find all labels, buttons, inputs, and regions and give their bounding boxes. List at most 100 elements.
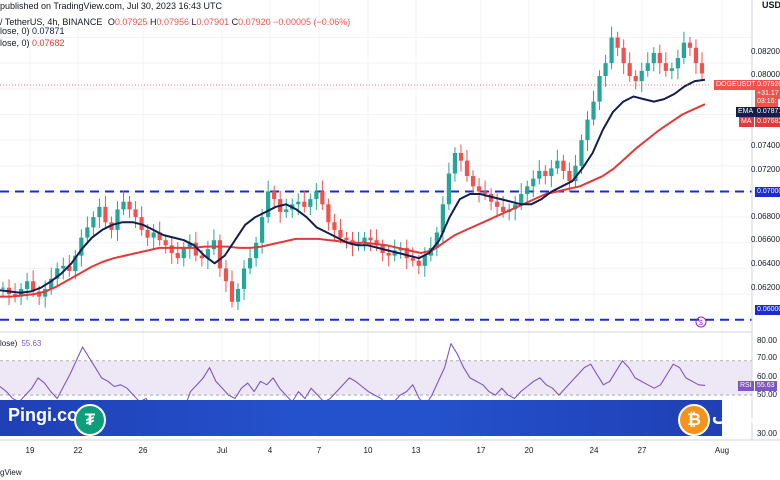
time-tick: 10 bbox=[363, 446, 373, 455]
candle bbox=[344, 237, 349, 241]
ema-legend-label: lose, 0) bbox=[0, 26, 30, 36]
candle bbox=[675, 58, 680, 69]
candle bbox=[549, 168, 554, 177]
corner-symbol: USDT bbox=[762, 0, 780, 10]
time-tick: 17 bbox=[476, 446, 486, 455]
time-tick: 26 bbox=[138, 446, 148, 455]
candle bbox=[464, 160, 470, 177]
candle bbox=[591, 101, 596, 120]
candle bbox=[338, 229, 343, 238]
rsi-band bbox=[0, 360, 752, 396]
time-tick: 19 bbox=[25, 446, 35, 455]
rsi-legend-value: 55.63 bbox=[21, 339, 42, 348]
candle bbox=[603, 63, 608, 76]
candle bbox=[687, 42, 693, 48]
ema-name-badge: EMA bbox=[736, 107, 756, 117]
candle bbox=[537, 170, 542, 179]
ema-legend-value: 0.07871 bbox=[32, 26, 65, 36]
candle bbox=[657, 52, 662, 64]
ma-legend-label: lose, 0) bbox=[0, 38, 30, 48]
candle bbox=[531, 178, 536, 187]
candle bbox=[476, 186, 482, 192]
candle bbox=[495, 201, 500, 207]
level-low-badge: 0.06000 bbox=[755, 305, 780, 315]
candle bbox=[639, 70, 644, 82]
candle bbox=[669, 68, 674, 71]
candle bbox=[235, 288, 241, 302]
candle bbox=[519, 194, 524, 205]
candle bbox=[651, 52, 656, 64]
rsi-legend[interactable]: lose) 55.63 bbox=[0, 339, 41, 348]
ohlc-l: 0.07901 bbox=[196, 17, 230, 27]
ema-value-badge: 0.07871 bbox=[755, 107, 780, 117]
time-tick: Aug bbox=[714, 446, 730, 455]
candle bbox=[326, 204, 331, 223]
candle bbox=[211, 240, 217, 250]
rsi-legend-label: lose) bbox=[0, 339, 18, 348]
rsi-tick: 30.00 bbox=[756, 429, 777, 438]
candle bbox=[458, 152, 464, 161]
time-tick: 20 bbox=[524, 446, 534, 455]
candle bbox=[681, 42, 687, 59]
price-tick: 0.07200 bbox=[751, 165, 780, 174]
candle bbox=[223, 268, 229, 282]
candle bbox=[175, 253, 180, 259]
candle bbox=[229, 281, 235, 302]
countdown-badge: 03:16: bbox=[755, 97, 779, 107]
candle bbox=[633, 75, 638, 82]
price-tick: 0.06600 bbox=[751, 235, 780, 244]
candle bbox=[302, 201, 307, 207]
time-tick: 13 bbox=[411, 446, 421, 455]
candle bbox=[0, 287, 6, 289]
price-tick: 0.07400 bbox=[751, 141, 780, 150]
candle bbox=[145, 229, 150, 238]
candle bbox=[115, 209, 120, 230]
candle bbox=[308, 199, 313, 207]
candle bbox=[133, 209, 138, 218]
rsi-value-badge: 55.63 bbox=[755, 381, 777, 391]
candle bbox=[501, 206, 506, 212]
candle bbox=[103, 206, 108, 223]
ma-legend[interactable]: lose, 0) 0.07682 bbox=[0, 38, 65, 48]
dollar-event-icon[interactable]: $ bbox=[695, 316, 707, 328]
candle bbox=[410, 258, 415, 261]
brand-name-left: Pingi.co bbox=[8, 405, 79, 425]
candle bbox=[217, 240, 223, 269]
candle bbox=[585, 119, 590, 141]
candle bbox=[561, 160, 566, 171]
candle bbox=[127, 201, 132, 210]
candle bbox=[314, 191, 319, 200]
candle bbox=[332, 222, 337, 230]
candle bbox=[368, 237, 373, 241]
candle bbox=[241, 268, 247, 289]
rsi-tick: 80.00 bbox=[756, 336, 777, 345]
candle bbox=[567, 170, 572, 182]
candle bbox=[85, 227, 90, 238]
candle bbox=[296, 201, 301, 205]
candle bbox=[615, 37, 620, 48]
footer-brand: gView bbox=[0, 468, 22, 477]
candle bbox=[272, 191, 277, 200]
candle bbox=[609, 37, 614, 64]
candle bbox=[446, 173, 452, 205]
published-note: published on TradingView.com, Jul 30, 20… bbox=[0, 1, 222, 11]
ohlc-o: 0.07925 bbox=[114, 17, 148, 27]
candle bbox=[525, 186, 530, 195]
candle bbox=[452, 152, 458, 174]
time-tick: 7 bbox=[316, 446, 322, 455]
candle bbox=[266, 191, 271, 218]
ma-legend-value: 0.07682 bbox=[32, 38, 65, 48]
candle bbox=[422, 255, 427, 266]
candle bbox=[247, 258, 253, 269]
candle bbox=[482, 191, 488, 195]
candle bbox=[121, 201, 126, 210]
ema-legend[interactable]: lose, 0) 0.07871 bbox=[0, 26, 65, 36]
rsi-tick: 60.00 bbox=[756, 372, 777, 381]
candle bbox=[151, 232, 156, 238]
ohlc-c: 0.07920 bbox=[238, 17, 271, 27]
candle bbox=[61, 265, 66, 269]
candle bbox=[163, 240, 168, 246]
level-layer bbox=[0, 190, 752, 321]
ma-name-badge: MA bbox=[739, 117, 754, 127]
time-tick: 22 bbox=[73, 446, 83, 455]
